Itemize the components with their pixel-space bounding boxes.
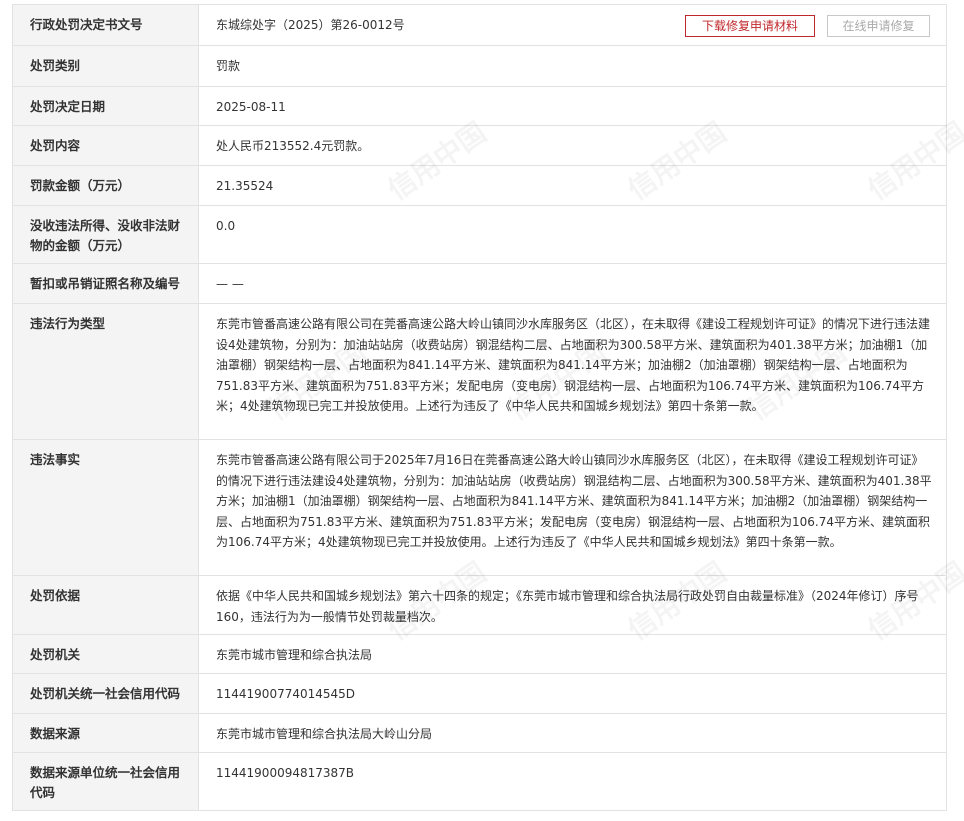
row-decision-number: 行政处罚决定书文号 东城综处字（2025）第26-0012号 下载修复申请材料 … xyxy=(13,5,946,46)
value-decision-date: 2025-08-11 xyxy=(216,100,286,114)
label-fine-amount: 罚款金额（万元） xyxy=(13,166,199,205)
label-decision-number: 行政处罚决定书文号 xyxy=(13,5,199,45)
row-confiscation-amount: 没收违法所得、没收非法财物的金额（万元） 0.0 xyxy=(13,206,946,264)
label-penalty-basis: 处罚依据 xyxy=(13,576,199,634)
label-license-revocation: 暂扣或吊销证照名称及编号 xyxy=(13,264,199,303)
label-data-source: 数据来源 xyxy=(13,714,199,752)
value-authority-credit-code: 11441900774014545D xyxy=(216,687,356,701)
repair-actions: 下载修复申请材料 在线申请修复 xyxy=(685,15,930,37)
value-confiscation-amount: 0.0 xyxy=(216,219,236,233)
label-authority-credit-code: 处罚机关统一社会信用代码 xyxy=(13,674,199,713)
value-data-source: 东莞市城市管理和综合执法局大岭山分局 xyxy=(216,727,433,741)
label-penalty-category: 处罚类别 xyxy=(13,46,199,86)
label-penalty-content: 处罚内容 xyxy=(13,126,199,165)
row-decision-date: 处罚决定日期 2025-08-11 xyxy=(13,87,946,126)
value-penalty-basis: 依据《中华人民共和国城乡规划法》第六十四条的规定；《东莞市城市管理和综合执法局行… xyxy=(216,589,919,624)
row-penalty-authority: 处罚机关 东莞市城市管理和综合执法局 xyxy=(13,635,946,674)
value-penalty-content: 处人民币213552.4元罚款。 xyxy=(216,139,370,153)
value-penalty-authority: 东莞市城市管理和综合执法局 xyxy=(216,648,373,662)
row-authority-credit-code: 处罚机关统一社会信用代码 11441900774014545D xyxy=(13,674,946,714)
label-penalty-authority: 处罚机关 xyxy=(13,635,199,673)
row-penalty-basis: 处罚依据 依据《中华人民共和国城乡规划法》第六十四条的规定；《东莞市城市管理和综… xyxy=(13,576,946,635)
value-violation-facts: 东莞市管番高速公路有限公司于2025年7月16日在莞番高速公路大岭山镇同沙水库服… xyxy=(216,453,932,550)
penalty-detail-table: 行政处罚决定书文号 东城综处字（2025）第26-0012号 下载修复申请材料 … xyxy=(12,4,947,811)
value-penalty-category: 罚款 xyxy=(216,59,241,73)
row-fine-amount: 罚款金额（万元） 21.35524 xyxy=(13,166,946,206)
online-repair-application-button[interactable]: 在线申请修复 xyxy=(827,15,930,37)
label-violation-type: 违法行为类型 xyxy=(13,304,199,439)
row-source-credit-code: 数据来源单位统一社会信用代码 11441900094817387B xyxy=(13,753,946,811)
value-decision-number: 东城综处字（2025）第26-0012号 下载修复申请材料 在线申请修复 xyxy=(199,5,946,45)
row-violation-type: 违法行为类型 东莞市管番高速公路有限公司在莞番高速公路大岭山镇同沙水库服务区（北… xyxy=(13,304,946,440)
value-license-revocation: — — xyxy=(216,277,244,291)
value-violation-type: 东莞市管番高速公路有限公司在莞番高速公路大岭山镇同沙水库服务区（北区），在未取得… xyxy=(216,317,931,414)
label-violation-facts: 违法事实 xyxy=(13,440,199,575)
value-fine-amount: 21.35524 xyxy=(216,179,274,193)
row-violation-facts: 违法事实 东莞市管番高速公路有限公司于2025年7月16日在莞番高速公路大岭山镇… xyxy=(13,440,946,576)
decision-number-text: 东城综处字（2025）第26-0012号 xyxy=(216,18,405,32)
row-penalty-category: 处罚类别 罚款 xyxy=(13,46,946,87)
row-penalty-content: 处罚内容 处人民币213552.4元罚款。 xyxy=(13,126,946,166)
download-repair-materials-button[interactable]: 下载修复申请材料 xyxy=(685,15,815,37)
label-confiscation-amount: 没收违法所得、没收非法财物的金额（万元） xyxy=(13,206,199,263)
row-license-revocation: 暂扣或吊销证照名称及编号 — — xyxy=(13,264,946,304)
label-source-credit-code: 数据来源单位统一社会信用代码 xyxy=(13,753,199,810)
row-data-source: 数据来源 东莞市城市管理和综合执法局大岭山分局 xyxy=(13,714,946,753)
value-source-credit-code: 11441900094817387B xyxy=(216,766,355,780)
label-decision-date: 处罚决定日期 xyxy=(13,87,199,125)
